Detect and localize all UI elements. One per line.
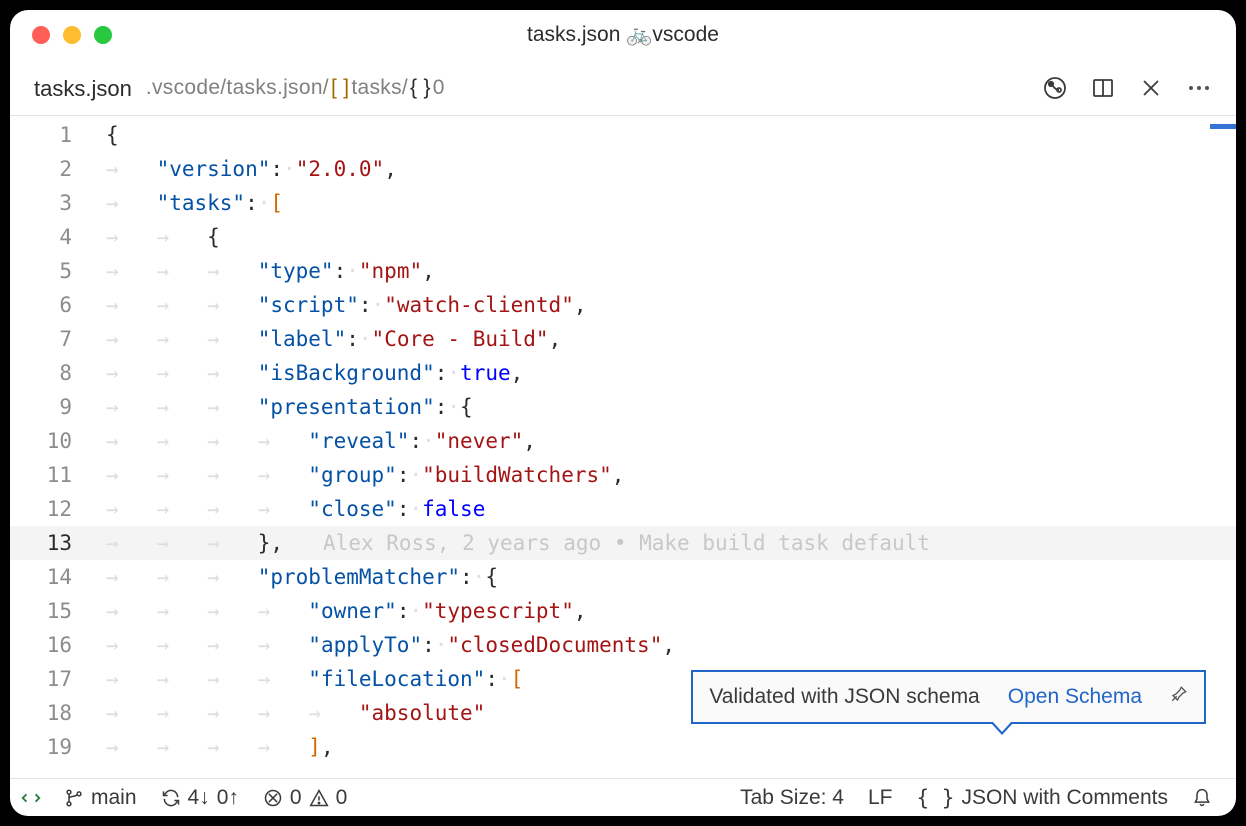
line-number: 4 (10, 220, 106, 254)
line-number: 8 (10, 356, 106, 390)
braces-icon: { } (917, 786, 955, 810)
line-number: 16 (10, 628, 106, 662)
branch-name: main (91, 786, 137, 810)
code-editor[interactable]: 1{ 2→ "version":·"2.0.0", 3→ "tasks":·[ … (10, 116, 1236, 778)
statusbar: main 4↓ 0↑ 0 0 Tab Size: 4 LF { } JSON w… (10, 778, 1236, 816)
remote-indicator[interactable] (10, 779, 52, 816)
line-number: 10 (10, 424, 106, 458)
crumb-object-icon: { } (410, 76, 431, 100)
line-number: 9 (10, 390, 106, 424)
language-status[interactable]: { } JSON with Comments (905, 786, 1180, 810)
sync-incoming: 4↓ (188, 786, 210, 810)
line-number: 11 (10, 458, 106, 492)
line-number: 14 (10, 560, 106, 594)
language-mode: JSON with Comments (961, 786, 1168, 810)
line-number: 6 (10, 288, 106, 322)
git-blame-annotation: Alex Ross, 2 years ago • Make build task… (283, 531, 930, 555)
crumb-path: .vscode/tasks.json/ (146, 76, 329, 100)
git-branch-status[interactable]: main (52, 786, 149, 810)
overview-ruler-marker (1210, 124, 1236, 129)
sync-status[interactable]: 4↓ 0↑ (149, 786, 251, 810)
line-number: 12 (10, 492, 106, 526)
breadcrumbs[interactable]: .vscode/tasks.json/ [ ] tasks/ { } 0 (146, 76, 445, 100)
crumb-key: tasks/ (351, 76, 408, 100)
line-number: 17 (10, 662, 106, 696)
notifications-icon[interactable] (1180, 788, 1224, 808)
close-tab-icon[interactable] (1138, 75, 1164, 101)
pin-icon[interactable] (1170, 680, 1188, 714)
crumb-array-icon: [ ] (331, 76, 349, 100)
eol-status[interactable]: LF (856, 786, 905, 810)
tab-actions (1042, 75, 1222, 101)
window-title: tasks.json 🚲vscode (10, 23, 1236, 47)
line-number: 5 (10, 254, 106, 288)
split-editor-icon[interactable] (1090, 75, 1116, 101)
traffic-lights (10, 26, 112, 44)
editor-window: tasks.json 🚲vscode tasks.json .vscode/ta… (10, 10, 1236, 816)
open-schema-link[interactable]: Open Schema (1008, 680, 1142, 714)
warning-count: 0 (336, 786, 348, 810)
line-number: 15 (10, 594, 106, 628)
problems-status[interactable]: 0 0 (251, 786, 359, 810)
schema-validation-tooltip: Validated with JSON schema Open Schema (691, 670, 1206, 724)
file-tab[interactable]: tasks.json (10, 60, 146, 115)
line-number: 2 (10, 152, 106, 186)
line-number: 3 (10, 186, 106, 220)
file-tab-label: tasks.json (34, 76, 132, 102)
titlebar: tasks.json 🚲vscode (10, 10, 1236, 60)
indentation-status[interactable]: Tab Size: 4 (728, 786, 856, 810)
sync-outgoing: 0↑ (217, 786, 239, 810)
window-zoom-button[interactable] (94, 26, 112, 44)
line-number: 18 (10, 696, 106, 730)
window-minimize-button[interactable] (63, 26, 81, 44)
line-number: 19 (10, 730, 106, 764)
line-number: 1 (10, 118, 106, 152)
window-close-button[interactable] (32, 26, 50, 44)
line-number: 7 (10, 322, 106, 356)
line-number: 13 (10, 526, 106, 560)
source-control-icon[interactable] (1042, 75, 1068, 101)
more-actions-icon[interactable] (1186, 75, 1212, 101)
tooltip-text: Validated with JSON schema (709, 680, 979, 714)
error-count: 0 (290, 786, 302, 810)
tabbar: tasks.json .vscode/tasks.json/ [ ] tasks… (10, 60, 1236, 116)
crumb-index: 0 (433, 76, 445, 100)
